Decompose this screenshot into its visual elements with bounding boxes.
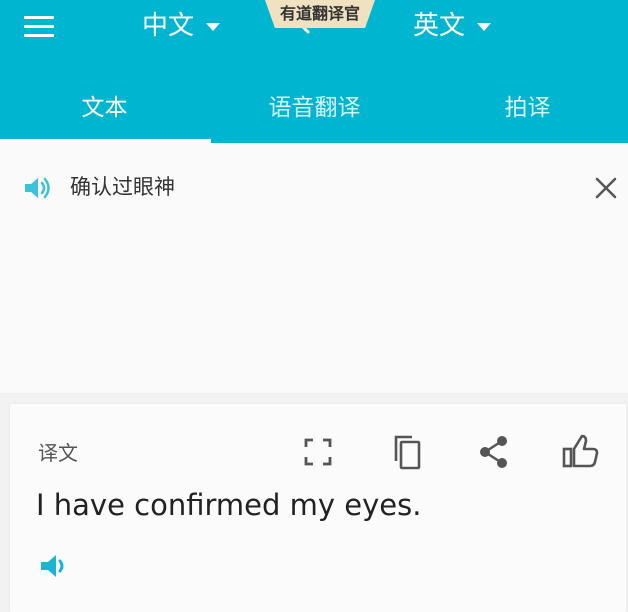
- translation-result-card: 译文 I have confirmed my eyes.: [10, 404, 626, 612]
- fullscreen-icon[interactable]: [298, 432, 338, 472]
- source-language-label: 中文: [142, 11, 195, 41]
- speaker-icon[interactable]: [39, 552, 71, 580]
- source-text-input[interactable]: [70, 171, 550, 201]
- share-icon[interactable]: [474, 432, 514, 472]
- target-language-label: 英文: [413, 11, 466, 41]
- tab-voice-translate[interactable]: 语音翻译: [210, 90, 419, 126]
- app-header: 中文 有道翻译官 英文 文本 语音翻译 拍译: [0, 0, 628, 143]
- chevron-down-icon: [477, 22, 492, 31]
- close-icon[interactable]: [594, 176, 618, 200]
- speaker-icon[interactable]: [23, 175, 53, 201]
- thumbs-up-icon[interactable]: [560, 432, 600, 472]
- brand-banner: 有道翻译官: [265, 0, 375, 28]
- source-language-select[interactable]: 中文: [142, 8, 221, 44]
- result-label: 译文: [38, 441, 78, 465]
- tab-photo-translate[interactable]: 拍译: [423, 90, 628, 126]
- translation-text: I have confirmed my eyes.: [36, 488, 422, 522]
- copy-icon[interactable]: [387, 432, 427, 472]
- input-area: [0, 143, 628, 393]
- target-language-select[interactable]: 英文: [413, 8, 492, 44]
- chevron-down-icon: [206, 22, 221, 31]
- menu-icon[interactable]: [24, 14, 56, 40]
- tab-text[interactable]: 文本: [0, 90, 209, 126]
